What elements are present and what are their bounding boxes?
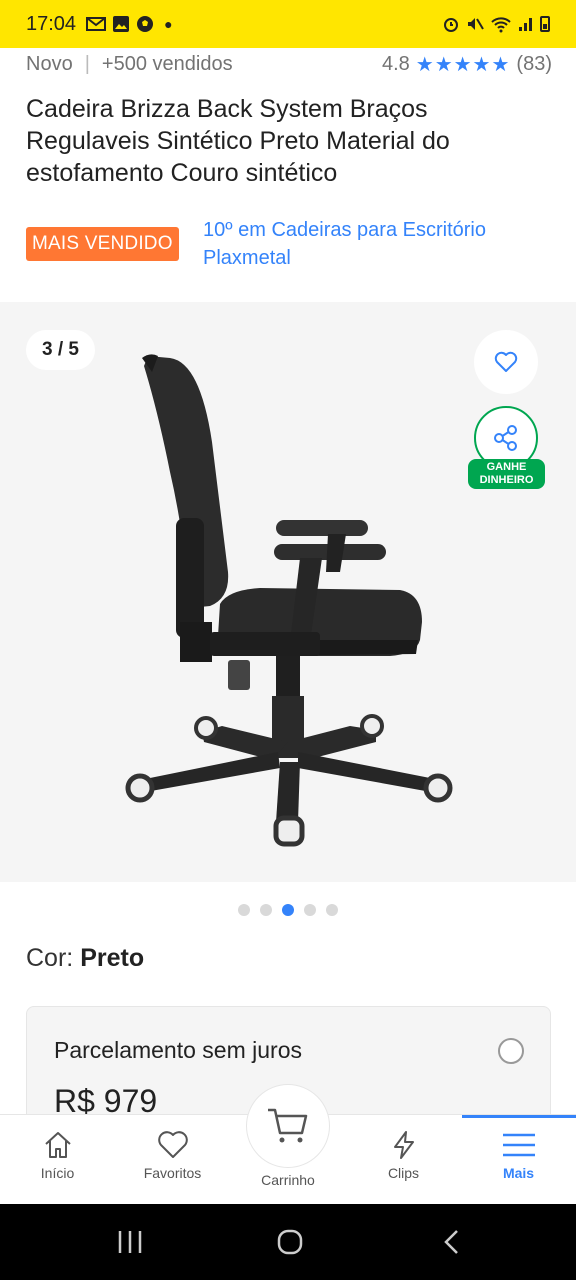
recent-apps-icon[interactable] bbox=[116, 1228, 144, 1256]
nav-label-clips: Clips bbox=[387, 1165, 420, 1181]
share-earn-label[interactable]: GANHE DINHEIRO bbox=[468, 459, 545, 489]
pagination-dot[interactable] bbox=[326, 904, 338, 916]
color-value: Preto bbox=[80, 944, 145, 972]
signal-icon bbox=[519, 18, 532, 31]
meta-separator: | bbox=[84, 53, 90, 75]
product-meta-row: Novo | +500 vendidos 4.8 ★★★★★ (83) bbox=[26, 52, 552, 77]
android-navigation-bar bbox=[0, 1204, 576, 1280]
pagination-dot[interactable] bbox=[238, 904, 250, 916]
nav-item-mais[interactable]: Mais bbox=[461, 1115, 576, 1205]
product-title: Cadeira Brizza Back System Braços Regula… bbox=[26, 95, 450, 187]
nav-label-favoritos: Favoritos bbox=[143, 1165, 202, 1181]
share-label-line1: GANHE bbox=[486, 461, 527, 473]
gallery-pagination[interactable] bbox=[0, 904, 576, 916]
soccer-icon bbox=[137, 16, 154, 32]
nav-label-inicio: Início bbox=[40, 1165, 75, 1181]
cart-icon bbox=[268, 1108, 308, 1143]
best-seller-badge: MAIS VENDIDO bbox=[26, 227, 179, 261]
status-icons-left: ● bbox=[86, 15, 173, 33]
review-count: (83) bbox=[516, 53, 552, 75]
category-ranking-link[interactable]: 10º em Cadeiras para Escritório Plaxmeta… bbox=[203, 216, 543, 272]
rating-value: 4.8 bbox=[381, 53, 410, 75]
nav-item-favoritos[interactable]: Favoritos bbox=[115, 1115, 230, 1205]
rating[interactable]: 4.8 ★★★★★ (83) bbox=[382, 52, 552, 77]
nav-label-carrinho: Carrinho bbox=[261, 1172, 315, 1188]
status-time: 17:04 bbox=[26, 12, 77, 35]
wifi-icon bbox=[491, 17, 511, 33]
favorite-button[interactable] bbox=[474, 330, 538, 394]
image-counter: 3 / 5 bbox=[26, 330, 95, 370]
nav-item-inicio[interactable]: Início bbox=[0, 1115, 115, 1205]
payment-option-radio[interactable] bbox=[498, 1038, 524, 1064]
home-button-icon[interactable] bbox=[276, 1228, 304, 1256]
product-sold-count: +500 vendidos bbox=[101, 53, 233, 75]
mute-icon bbox=[468, 18, 484, 30]
image-gallery[interactable]: 3 / 5 GANHE DINHEIRO bbox=[0, 302, 576, 882]
nav-item-carrinho[interactable] bbox=[246, 1084, 330, 1168]
pagination-dot[interactable] bbox=[260, 904, 272, 916]
share-label-line2: DINHEIRO bbox=[479, 474, 534, 486]
battery-icon bbox=[540, 16, 550, 32]
status-icons-right bbox=[442, 15, 550, 33]
pagination-dot[interactable] bbox=[304, 904, 316, 916]
dot-icon: ● bbox=[164, 16, 173, 32]
pagination-dot-active[interactable] bbox=[282, 904, 294, 916]
menu-icon bbox=[502, 1133, 535, 1157]
color-label: Cor: bbox=[26, 944, 81, 972]
heart-icon bbox=[494, 351, 518, 372]
nav-label-mais: Mais bbox=[502, 1165, 535, 1181]
back-icon[interactable] bbox=[438, 1228, 466, 1256]
rating-stars: ★★★★★ bbox=[415, 54, 511, 76]
payment-option-title: Parcelamento sem juros bbox=[54, 1037, 302, 1063]
alarm-icon bbox=[444, 18, 458, 32]
status-bar: 17:04 ● bbox=[0, 0, 576, 48]
product-condition: Novo bbox=[26, 53, 73, 75]
heart-icon bbox=[157, 1131, 188, 1158]
nav-item-clips[interactable]: Clips bbox=[346, 1115, 461, 1205]
home-icon bbox=[44, 1132, 71, 1158]
product-image-chair[interactable] bbox=[110, 322, 470, 862]
lightning-icon bbox=[393, 1131, 414, 1159]
gallery-icon bbox=[113, 16, 130, 32]
gmail-icon bbox=[86, 17, 107, 31]
share-icon bbox=[494, 425, 517, 451]
color-selection: Cor: Preto bbox=[26, 944, 144, 973]
